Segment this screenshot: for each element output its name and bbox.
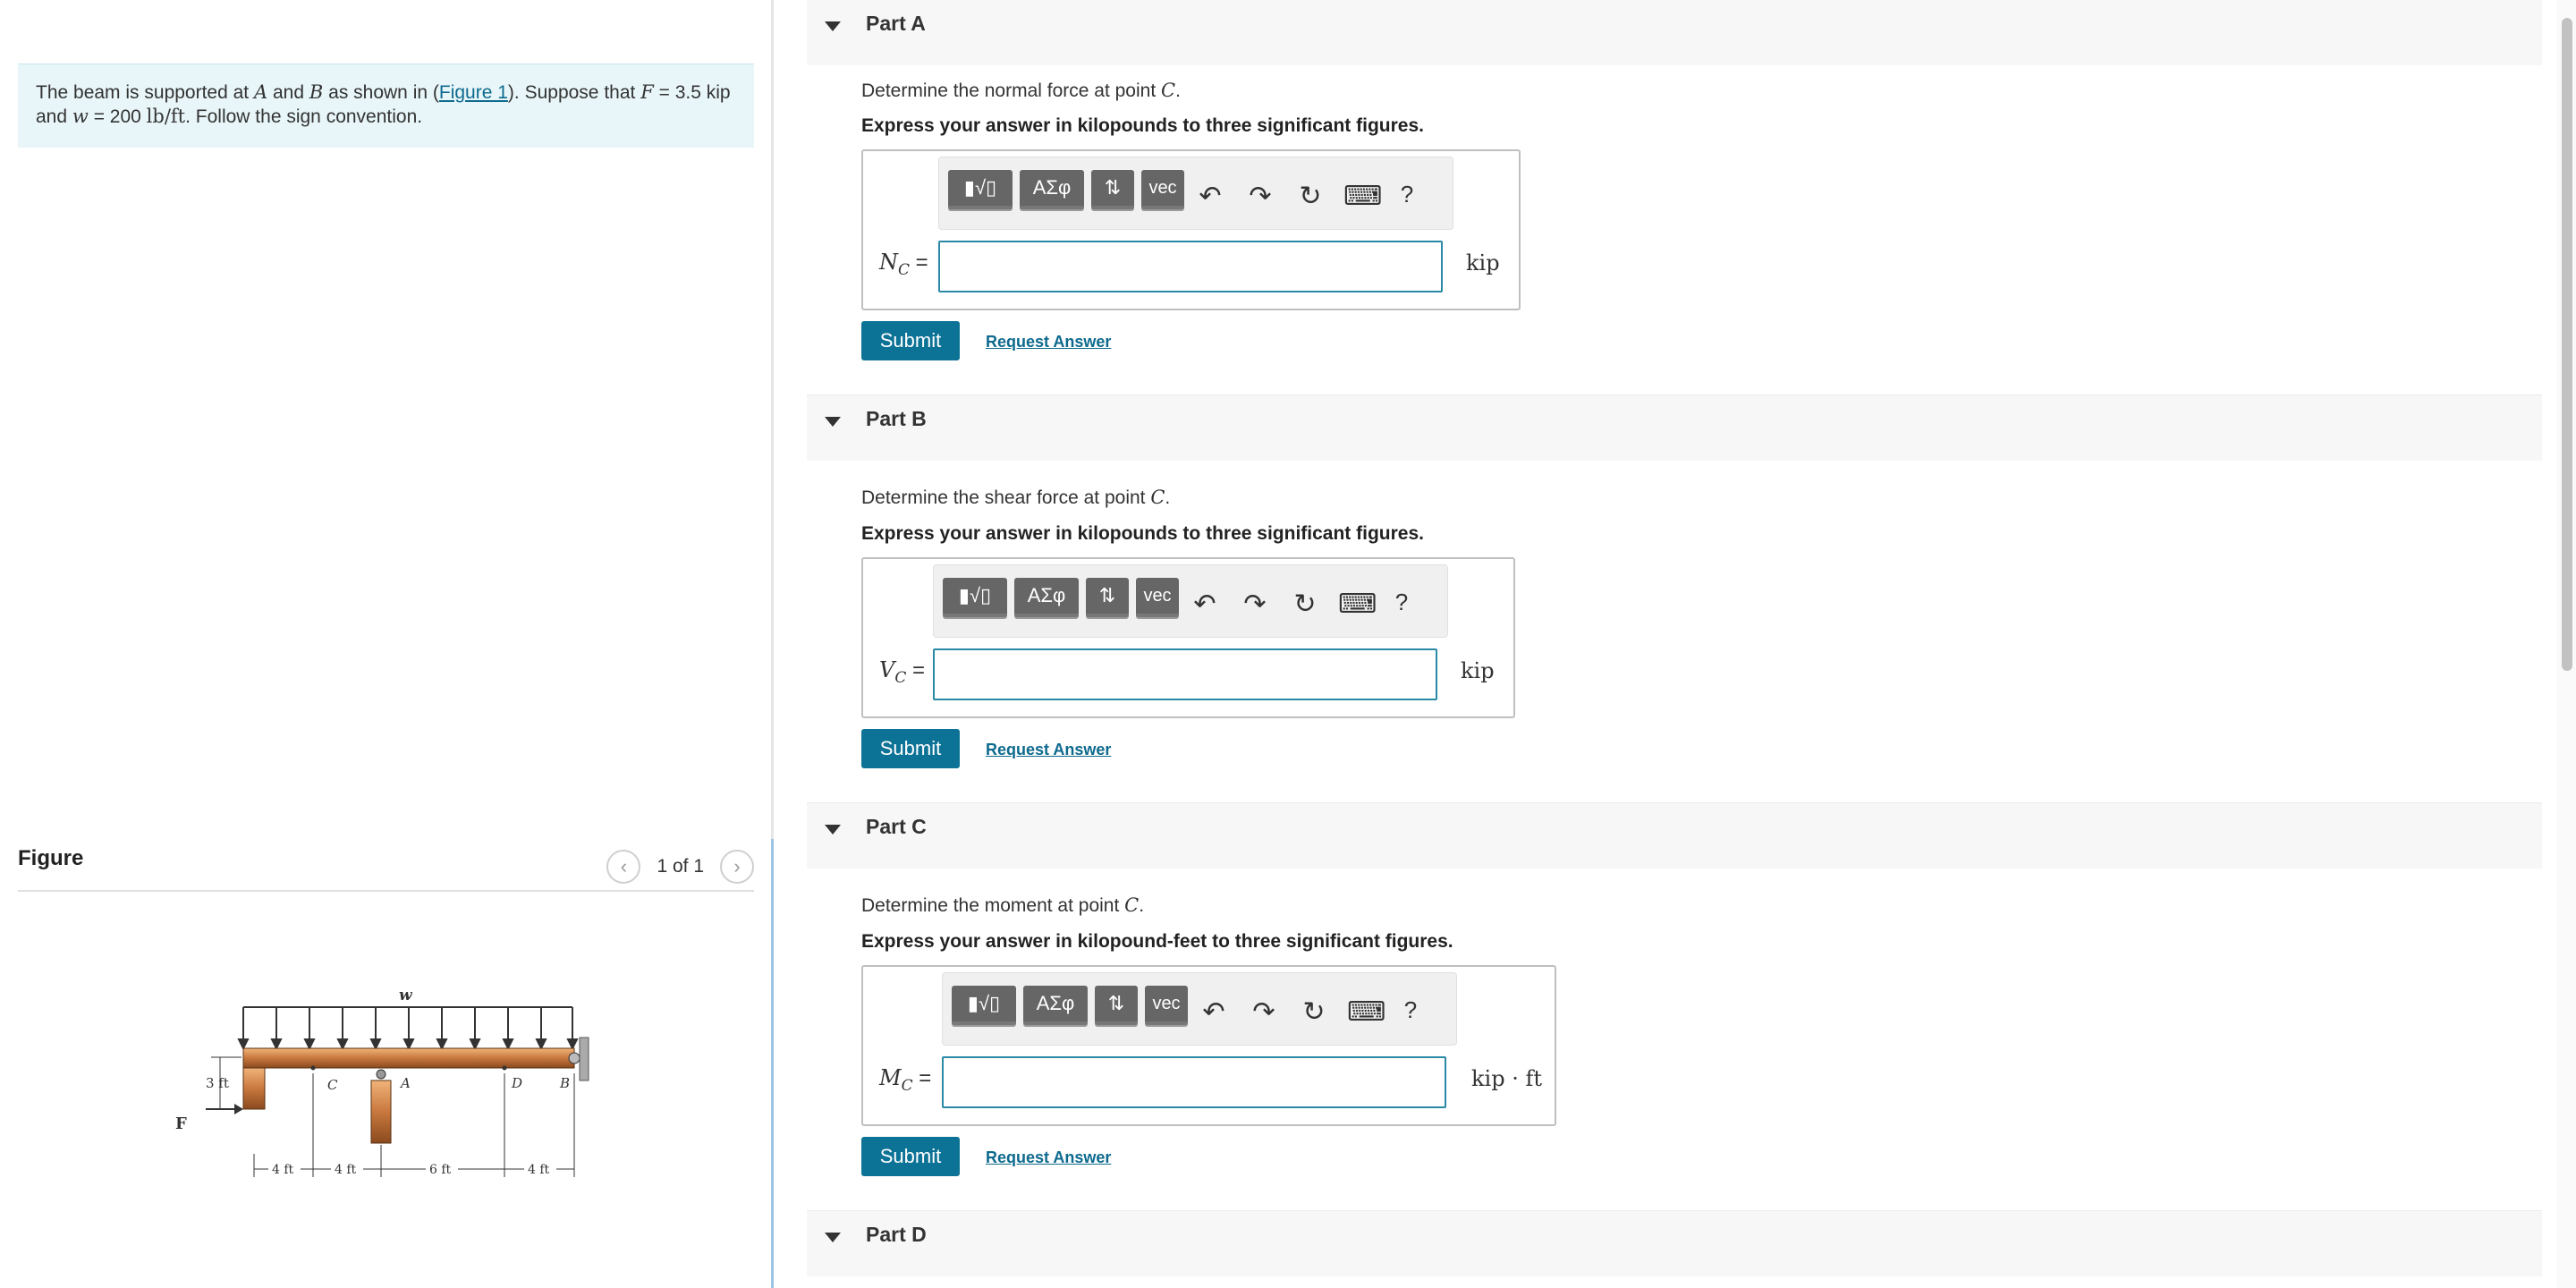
part-b-label: VC = <box>879 657 926 687</box>
beam-figure: w C A D B 3 ft F 4 ft 4 ft 6 ft 4 ft <box>175 987 589 1177</box>
point-D <box>502 1065 507 1071</box>
figure-link[interactable]: Figure 1 <box>439 82 508 103</box>
redo-icon[interactable]: ↷ <box>1249 996 1279 1028</box>
part-a-question: Determine the normal force at point C. <box>861 80 1181 101</box>
beam <box>242 1047 575 1069</box>
part-c-unit: kip · ft <box>1471 1066 1542 1091</box>
prev-figure-button[interactable]: ‹ <box>606 850 641 884</box>
dim-4ft-3: 4 ft <box>528 1163 550 1177</box>
part-a-unit: kip <box>1466 250 1500 275</box>
greek-button[interactable]: ΑΣφ <box>1014 578 1079 617</box>
undo-icon[interactable]: ↶ <box>1199 996 1229 1028</box>
part-b-header[interactable]: Part B <box>807 394 2542 461</box>
support-post-A <box>370 1080 392 1144</box>
label-C: C <box>327 1077 338 1093</box>
figure-header: Figure ‹ 1 of 1 › <box>18 841 754 892</box>
greek-button[interactable]: ΑΣφ <box>1020 170 1084 209</box>
greek-button[interactable]: ΑΣφ <box>1023 986 1088 1025</box>
dim-6ft: 6 ft <box>429 1163 452 1177</box>
reset-icon[interactable]: ↻ <box>1290 589 1320 620</box>
keyboard-icon[interactable]: ⌨ <box>1343 181 1382 212</box>
chevron-right-icon: › <box>733 855 741 877</box>
undo-icon[interactable]: ↶ <box>1195 181 1225 212</box>
vec-button[interactable]: vec <box>1141 170 1184 209</box>
part-b-request-answer-link[interactable]: Request Answer <box>986 741 1111 759</box>
arrows-button[interactable]: ⇅ <box>1086 578 1129 617</box>
pin-A <box>376 1069 386 1080</box>
panel-divider-handle[interactable] <box>771 839 774 1288</box>
help-icon[interactable]: ? <box>1395 996 1426 1024</box>
part-b-answer-box: ▮√▯ ΑΣφ ⇅ vec ↶ ↷ ↻ ⌨ ? VC = kip <box>861 557 1515 718</box>
arrows-button[interactable]: ⇅ <box>1091 170 1134 209</box>
caret-down-icon <box>825 417 841 427</box>
parts-panel: Part A Determine the normal force at poi… <box>807 0 2542 1288</box>
pin-B <box>568 1052 580 1064</box>
part-b-answer-input[interactable] <box>933 648 1437 700</box>
math-toolbar: ▮√▯ ΑΣφ ⇅ vec ↶ ↷ ↻ ⌨ ? <box>942 972 1457 1046</box>
part-b-submit-button[interactable]: Submit <box>861 729 960 768</box>
part-b-question: Determine the shear force at point C. <box>861 487 1171 508</box>
part-a-instructions: Express your answer in kilopounds to thr… <box>861 115 1424 136</box>
next-figure-button[interactable]: › <box>720 850 754 884</box>
part-a-request-answer-link[interactable]: Request Answer <box>986 333 1111 352</box>
caret-down-icon <box>825 1233 841 1242</box>
label-w: w <box>399 987 413 1004</box>
label-3ft: 3 ft <box>206 1075 229 1091</box>
distributed-load-arrows <box>237 1007 579 1051</box>
left-member <box>242 1067 266 1110</box>
dim-4ft-2: 4 ft <box>335 1163 357 1177</box>
chevron-left-icon: ‹ <box>620 855 628 877</box>
math-toolbar: ▮√▯ ΑΣφ ⇅ vec ↶ ↷ ↻ ⌨ ? <box>938 157 1453 230</box>
arrows-button[interactable]: ⇅ <box>1095 986 1138 1025</box>
keyboard-icon[interactable]: ⌨ <box>1338 589 1377 620</box>
redo-icon[interactable]: ↷ <box>1245 181 1275 212</box>
wall-B <box>579 1037 589 1081</box>
problem-statement: The beam is supported at A and B as show… <box>18 64 754 148</box>
reset-icon[interactable]: ↻ <box>1299 996 1329 1028</box>
undo-icon[interactable]: ↶ <box>1190 589 1220 620</box>
templates-button[interactable]: ▮√▯ <box>948 170 1013 209</box>
vec-button[interactable]: vec <box>1145 986 1188 1025</box>
part-c-instructions: Express your answer in kilopound-feet to… <box>861 931 1453 952</box>
scrollbar-thumb[interactable] <box>2562 18 2572 671</box>
dim-4ft-1: 4 ft <box>272 1163 294 1177</box>
part-a-label: NC = <box>879 250 928 279</box>
vec-button[interactable]: vec <box>1136 578 1179 617</box>
part-c-answer-input[interactable] <box>942 1056 1446 1108</box>
part-b-unit: kip <box>1461 658 1495 683</box>
help-icon[interactable]: ? <box>1386 589 1417 616</box>
redo-icon[interactable]: ↷ <box>1240 589 1270 620</box>
label-D: D <box>511 1075 522 1091</box>
part-a-answer-box: ▮√▯ ΑΣφ ⇅ vec ↶ ↷ ↻ ⌨ ? NC = kip <box>861 149 1521 310</box>
figure-pager: ‹ 1 of 1 › <box>606 850 754 884</box>
part-d-header[interactable]: Part D <box>807 1210 2542 1276</box>
problem-panel: The beam is supported at A and B as show… <box>0 0 771 1288</box>
part-c-label: MC = <box>879 1065 932 1095</box>
part-c-header[interactable]: Part C <box>807 802 2542 869</box>
part-c-request-answer-link[interactable]: Request Answer <box>986 1148 1111 1167</box>
label-A: A <box>399 1075 411 1091</box>
part-a-submit-button[interactable]: Submit <box>861 321 960 360</box>
part-c-answer-box: ▮√▯ ΑΣφ ⇅ vec ↶ ↷ ↻ ⌨ ? MC = kip · ft <box>861 965 1556 1126</box>
help-icon[interactable]: ? <box>1392 181 1422 208</box>
figure-title: Figure <box>18 846 84 870</box>
caret-down-icon <box>825 825 841 835</box>
reset-icon[interactable]: ↻ <box>1295 181 1326 212</box>
keyboard-icon[interactable]: ⌨ <box>1347 996 1385 1028</box>
part-b-instructions: Express your answer in kilopounds to thr… <box>861 523 1424 544</box>
part-c-submit-button[interactable]: Submit <box>861 1137 960 1176</box>
label-B: B <box>559 1075 570 1091</box>
part-a-answer-input[interactable] <box>938 241 1443 292</box>
caret-down-icon <box>825 21 841 31</box>
templates-button[interactable]: ▮√▯ <box>952 986 1016 1025</box>
math-toolbar: ▮√▯ ΑΣφ ⇅ vec ↶ ↷ ↻ ⌨ ? <box>933 564 1448 638</box>
point-C <box>310 1065 316 1071</box>
label-F: F <box>175 1114 187 1133</box>
part-a-header[interactable]: Part A <box>807 0 2542 65</box>
pager-text: 1 of 1 <box>657 856 704 877</box>
scrollbar[interactable] <box>2556 0 2576 1288</box>
part-c-question: Determine the moment at point C. <box>861 894 1145 916</box>
templates-button[interactable]: ▮√▯ <box>943 578 1007 617</box>
